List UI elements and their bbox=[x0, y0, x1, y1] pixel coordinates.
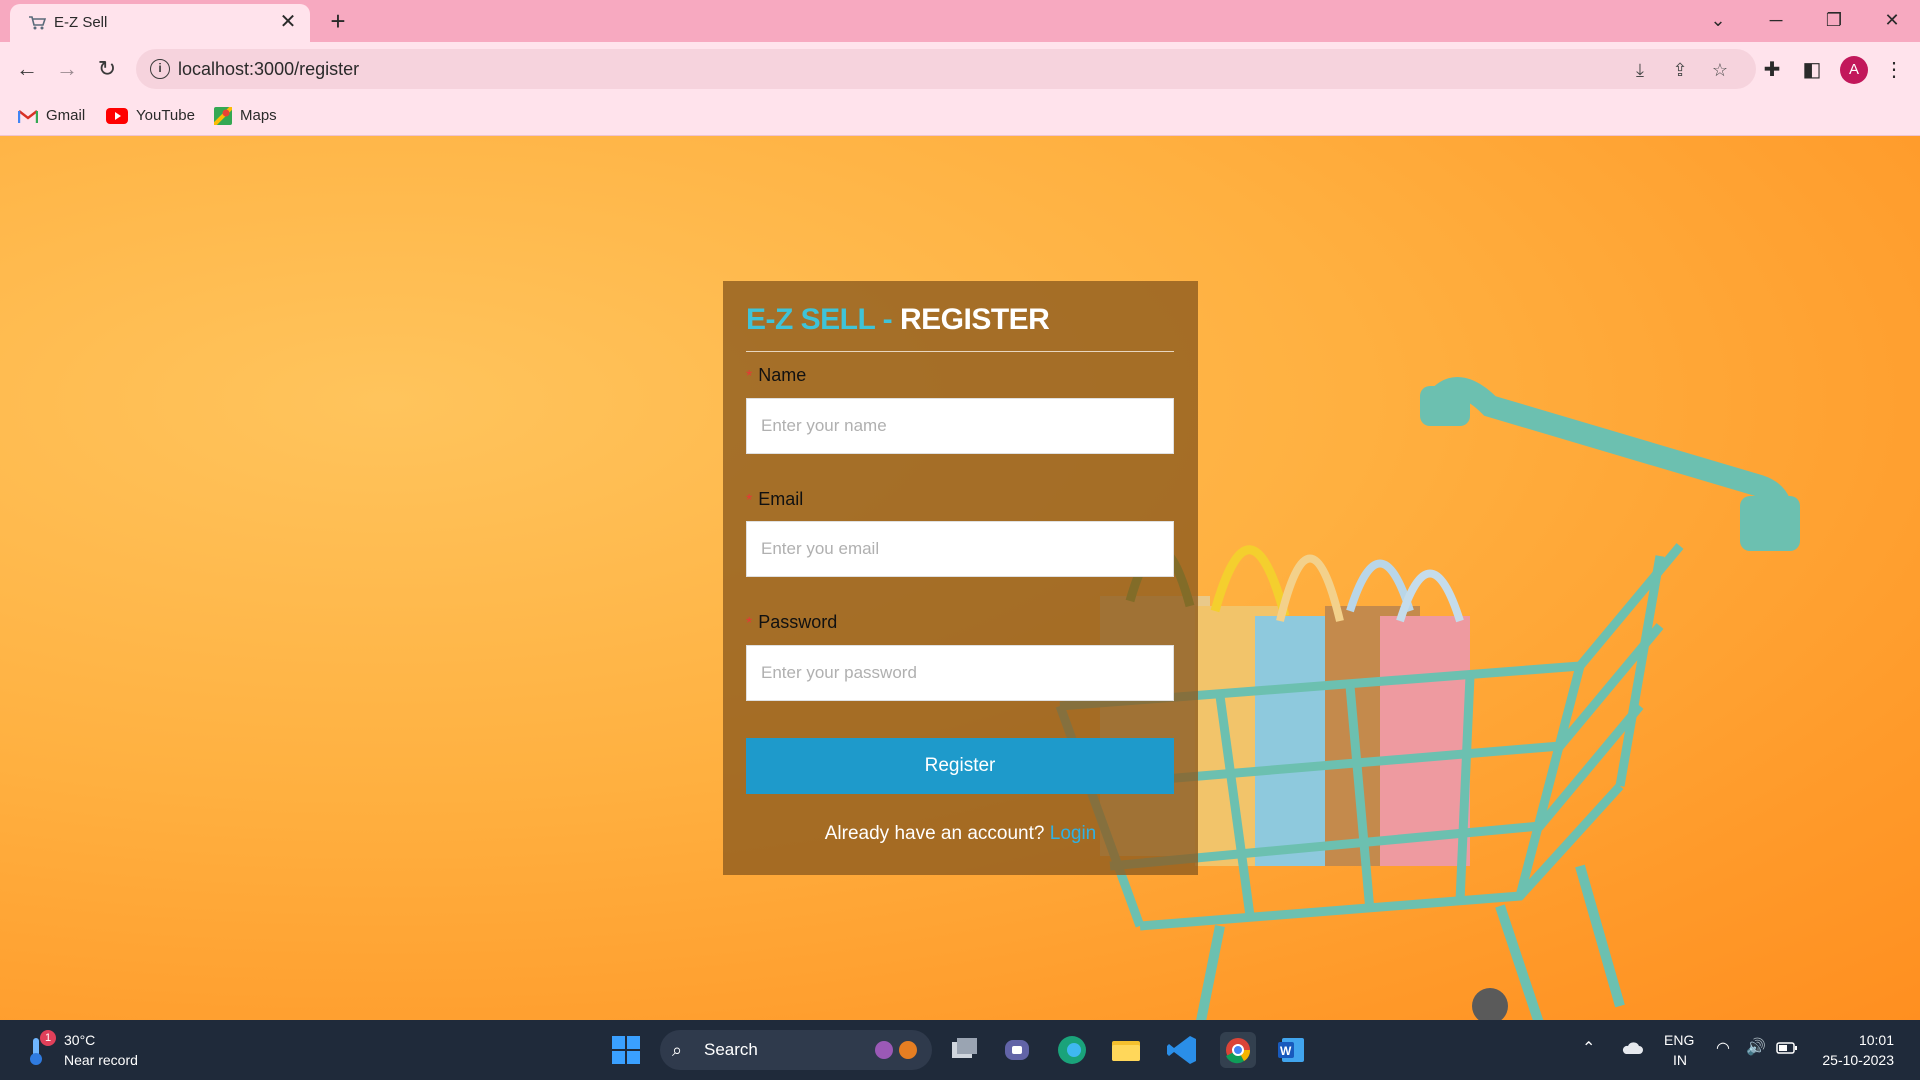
bookmark-maps[interactable]: Maps bbox=[214, 104, 277, 128]
extensions-puzzle-icon[interactable]: ✚ bbox=[1758, 56, 1786, 84]
side-panel-icon[interactable]: ◧ bbox=[1798, 56, 1826, 84]
password-input[interactable] bbox=[746, 645, 1174, 701]
reload-icon[interactable]: ↻ bbox=[90, 52, 124, 86]
taskbar-search[interactable]: ⌕ Search bbox=[660, 1030, 932, 1070]
back-arrow-icon[interactable]: ← bbox=[10, 52, 44, 86]
brand-name: E-Z SELL - bbox=[746, 303, 893, 336]
heading-divider bbox=[746, 351, 1174, 352]
windows-taskbar: 1 30°C Near record ⌕ Search W ⌃ ENG IN ◠ bbox=[0, 1020, 1920, 1080]
vscode-icon[interactable] bbox=[1164, 1032, 1200, 1068]
bookmark-youtube[interactable]: YouTube bbox=[106, 104, 195, 128]
login-prompt-text: Already have an account? bbox=[824, 823, 1045, 844]
login-link[interactable]: Login bbox=[1050, 823, 1097, 844]
login-prompt-row: Already have an account? Login bbox=[723, 823, 1198, 845]
tray-overflow-chevron-icon[interactable]: ⌃ bbox=[1582, 1038, 1595, 1058]
email-label-text: Email bbox=[758, 489, 804, 509]
bookmark-gmail[interactable]: Gmail bbox=[18, 104, 85, 128]
volume-icon[interactable]: 🔊 bbox=[1746, 1037, 1766, 1057]
weather-badge: 1 bbox=[40, 1030, 56, 1046]
gmail-icon bbox=[18, 109, 38, 123]
region-indicator[interactable]: IN bbox=[1673, 1052, 1687, 1068]
language-indicator[interactable]: ENG bbox=[1664, 1032, 1694, 1048]
bookmark-label: YouTube bbox=[136, 107, 195, 124]
wifi-icon[interactable]: ◠ bbox=[1716, 1038, 1730, 1058]
browser-tab-active[interactable]: E-Z Sell ✕ bbox=[10, 4, 310, 42]
name-label-text: Name bbox=[758, 365, 807, 385]
share-icon[interactable]: ⇪ bbox=[1668, 58, 1692, 82]
forward-arrow-icon[interactable]: → bbox=[50, 52, 84, 86]
tab-title: E-Z Sell bbox=[54, 14, 108, 31]
profile-avatar[interactable]: A bbox=[1840, 56, 1868, 84]
form-heading: E-Z SELL - REGISTER bbox=[746, 303, 1050, 337]
site-info-icon[interactable]: i bbox=[150, 59, 170, 79]
install-app-icon[interactable]: ⤓ bbox=[1628, 58, 1652, 82]
browser-menu-icon[interactable]: ⋮ bbox=[1880, 56, 1908, 84]
register-button[interactable]: Register bbox=[746, 738, 1174, 794]
battery-icon[interactable] bbox=[1776, 1042, 1798, 1054]
address-bar[interactable]: i localhost:3000/register ⤓ ⇪ ☆ bbox=[136, 49, 1756, 89]
register-card: E-Z SELL - REGISTER * Name * Email * Passwo… bbox=[723, 281, 1198, 875]
weather-temperature[interactable]: 30°C bbox=[64, 1032, 95, 1048]
taskbar-search-label: Search bbox=[704, 1040, 758, 1059]
tab-close-icon[interactable]: ✕ bbox=[276, 10, 300, 34]
windows-start-icon[interactable] bbox=[608, 1032, 644, 1068]
file-explorer-icon[interactable] bbox=[1108, 1032, 1144, 1068]
bookmark-label: Maps bbox=[240, 107, 277, 124]
teams-chat-icon[interactable] bbox=[1000, 1032, 1036, 1068]
email-input[interactable] bbox=[746, 521, 1174, 577]
search-icon: ⌕ bbox=[672, 1040, 683, 1060]
chrome-icon[interactable] bbox=[1220, 1032, 1256, 1068]
minimize-icon[interactable]: ─ bbox=[1748, 2, 1804, 38]
clock-date[interactable]: 25-10-2023 bbox=[1812, 1052, 1894, 1068]
word-icon[interactable]: W bbox=[1274, 1032, 1310, 1068]
email-label: * Email bbox=[746, 489, 803, 510]
bookmarks-bar: Gmail YouTube Maps bbox=[0, 96, 1920, 136]
password-label-text: Password bbox=[758, 612, 838, 632]
edge-browser-icon[interactable] bbox=[1054, 1032, 1090, 1068]
task-view-icon[interactable] bbox=[946, 1032, 982, 1068]
onedrive-cloud-icon[interactable] bbox=[1620, 1040, 1644, 1056]
name-label: * Name bbox=[746, 365, 806, 386]
cart-favicon-icon bbox=[29, 16, 46, 30]
bookmark-label: Gmail bbox=[46, 107, 86, 124]
name-input[interactable] bbox=[746, 398, 1174, 454]
maps-icon bbox=[214, 107, 232, 126]
required-mark: * bbox=[746, 368, 753, 385]
browser-tab-strip: E-Z Sell ✕ + ⌄ ─ ❐ ✕ bbox=[0, 0, 1920, 42]
close-window-icon[interactable]: ✕ bbox=[1864, 2, 1920, 38]
required-mark: * bbox=[746, 492, 753, 509]
browser-toolbar: ← → ↻ i localhost:3000/register ⤓ ⇪ ☆ ✚ … bbox=[0, 42, 1920, 96]
new-tab-button[interactable]: + bbox=[324, 7, 352, 35]
weather-description[interactable]: Near record bbox=[64, 1052, 138, 1068]
search-highlight-icon bbox=[875, 1041, 917, 1059]
bookmark-star-icon[interactable]: ☆ bbox=[1708, 58, 1732, 82]
required-mark: * bbox=[746, 615, 753, 632]
password-label: * Password bbox=[746, 612, 837, 633]
form-title: REGISTER bbox=[899, 303, 1050, 336]
address-bar-url[interactable]: localhost:3000/register bbox=[178, 59, 359, 80]
clock-time[interactable]: 10:01 bbox=[1822, 1032, 1894, 1048]
youtube-icon bbox=[106, 108, 128, 125]
svg-text:W: W bbox=[1280, 1044, 1292, 1058]
register-page: E-Z SELL - REGISTER * Name * Email * Passwo… bbox=[0, 136, 1920, 1020]
tab-search-chevron-icon[interactable]: ⌄ bbox=[1690, 2, 1746, 38]
restore-icon[interactable]: ❐ bbox=[1806, 2, 1862, 38]
